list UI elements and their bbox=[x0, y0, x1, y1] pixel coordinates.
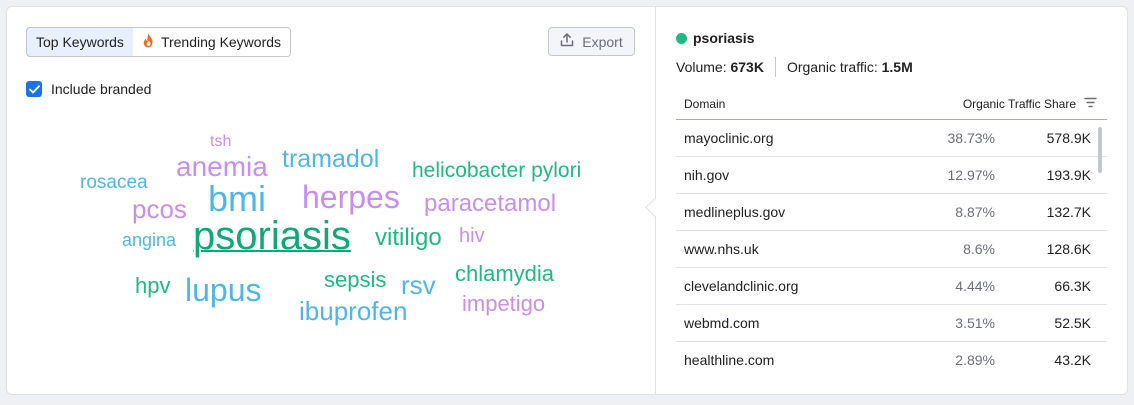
word-cloud-keyword[interactable]: vitiligo bbox=[375, 226, 442, 250]
sort-icon[interactable] bbox=[1084, 97, 1097, 111]
metrics-separator bbox=[774, 57, 776, 77]
word-cloud-keyword[interactable]: lupus bbox=[185, 274, 262, 306]
row-traffic: 128.6K bbox=[1046, 241, 1091, 257]
row-domain: nih.gov bbox=[684, 167, 730, 183]
keyword-color-dot bbox=[676, 32, 687, 44]
word-cloud-keyword[interactable]: hpv bbox=[135, 275, 170, 297]
word-cloud-keyword[interactable]: tramadol bbox=[282, 147, 379, 172]
row-traffic-share: 4.44% bbox=[955, 278, 995, 294]
domains-table: Domain Organic Traffic Share mayoclinic.… bbox=[676, 89, 1107, 372]
row-traffic: 66.3K bbox=[1054, 278, 1091, 294]
row-domain: mayoclinic.org bbox=[684, 130, 774, 146]
table-row[interactable]: healthline.com 2.89% 43.2K bbox=[676, 342, 1107, 372]
word-cloud-keyword[interactable]: angina bbox=[122, 231, 176, 249]
keyword-name: psoriasis bbox=[693, 30, 755, 46]
table-scrollbar[interactable] bbox=[1098, 127, 1102, 173]
row-domain: www.nhs.uk bbox=[684, 241, 759, 257]
column-header-traffic-share-label: Organic Traffic Share bbox=[962, 97, 1076, 111]
table-row[interactable]: medlineplus.gov 8.87% 132.7K bbox=[676, 194, 1107, 231]
word-cloud-keyword[interactable]: impetigo bbox=[462, 293, 545, 315]
table-row[interactable]: www.nhs.uk 8.6% 128.6K bbox=[676, 231, 1107, 268]
row-traffic-share: 38.73% bbox=[947, 130, 995, 146]
keyword-detail-panel: psoriasis Volume: 673K Organic traffic: … bbox=[656, 7, 1127, 394]
row-traffic-share: 12.97% bbox=[947, 167, 995, 183]
word-cloud-keyword[interactable]: rosacea bbox=[80, 173, 148, 192]
row-traffic-share: 8.87% bbox=[955, 204, 995, 220]
word-cloud-keyword[interactable]: paracetamol bbox=[424, 192, 556, 216]
row-traffic: 43.2K bbox=[1054, 352, 1091, 368]
row-domain: medlineplus.gov bbox=[684, 204, 786, 220]
word-cloud-keyword-selected[interactable]: psoriasis bbox=[193, 216, 351, 256]
row-traffic-share: 2.89% bbox=[955, 352, 995, 368]
keyword-heading: psoriasis bbox=[676, 30, 754, 46]
volume-value: 673K bbox=[730, 59, 764, 75]
row-traffic: 193.9K bbox=[1046, 167, 1091, 183]
column-header-domain: Domain bbox=[684, 97, 726, 111]
keyword-cloud-card: Top Keywords Trending Keywords Export In… bbox=[6, 6, 1128, 395]
row-traffic: 52.5K bbox=[1054, 315, 1091, 331]
word-cloud-panel: Top Keywords Trending Keywords Export In… bbox=[7, 7, 655, 394]
word-cloud-keyword[interactable]: sepsis bbox=[324, 269, 386, 291]
word-cloud: tsh anemia tramadol helicobacter pylori … bbox=[7, 7, 655, 394]
column-header-traffic-share[interactable]: Organic Traffic Share bbox=[963, 97, 1107, 111]
word-cloud-keyword[interactable]: rsv bbox=[401, 272, 436, 298]
row-traffic: 132.7K bbox=[1046, 204, 1091, 220]
row-domain: clevelandclinic.org bbox=[684, 278, 799, 294]
row-domain: webmd.com bbox=[684, 315, 760, 331]
row-traffic-share: 8.6% bbox=[963, 241, 995, 257]
keyword-metrics: Volume: 673K Organic traffic: 1.5M bbox=[676, 57, 913, 77]
word-cloud-keyword[interactable]: tsh bbox=[210, 134, 231, 150]
word-cloud-keyword[interactable]: helicobacter pylori bbox=[412, 160, 581, 181]
organic-traffic-value: 1.5M bbox=[881, 59, 913, 75]
word-cloud-keyword[interactable]: hiv bbox=[459, 226, 485, 246]
row-domain: healthline.com bbox=[684, 352, 775, 368]
table-row[interactable]: mayoclinic.org 38.73% 578.9K bbox=[676, 120, 1107, 157]
word-cloud-keyword[interactable]: anemia bbox=[176, 153, 268, 181]
word-cloud-keyword[interactable]: herpes bbox=[302, 181, 400, 213]
word-cloud-keyword[interactable]: pcos bbox=[132, 196, 187, 222]
table-body[interactable]: mayoclinic.org 38.73% 578.9K nih.gov 12.… bbox=[676, 120, 1107, 372]
table-row[interactable]: nih.gov 12.97% 193.9K bbox=[676, 157, 1107, 194]
organic-traffic-label: Organic traffic: bbox=[786, 59, 878, 75]
row-traffic: 578.9K bbox=[1046, 130, 1091, 146]
table-row[interactable]: webmd.com 3.51% 52.5K bbox=[676, 305, 1107, 342]
row-traffic-share: 3.51% bbox=[955, 315, 995, 331]
table-header: Domain Organic Traffic Share bbox=[676, 89, 1107, 120]
table-row[interactable]: clevelandclinic.org 4.44% 66.3K bbox=[676, 268, 1107, 305]
word-cloud-keyword[interactable]: chlamydia bbox=[455, 263, 554, 285]
word-cloud-keyword[interactable]: bmi bbox=[208, 181, 266, 217]
word-cloud-keyword[interactable]: ibuprofen bbox=[299, 298, 407, 324]
volume-label: Volume: bbox=[676, 59, 727, 75]
